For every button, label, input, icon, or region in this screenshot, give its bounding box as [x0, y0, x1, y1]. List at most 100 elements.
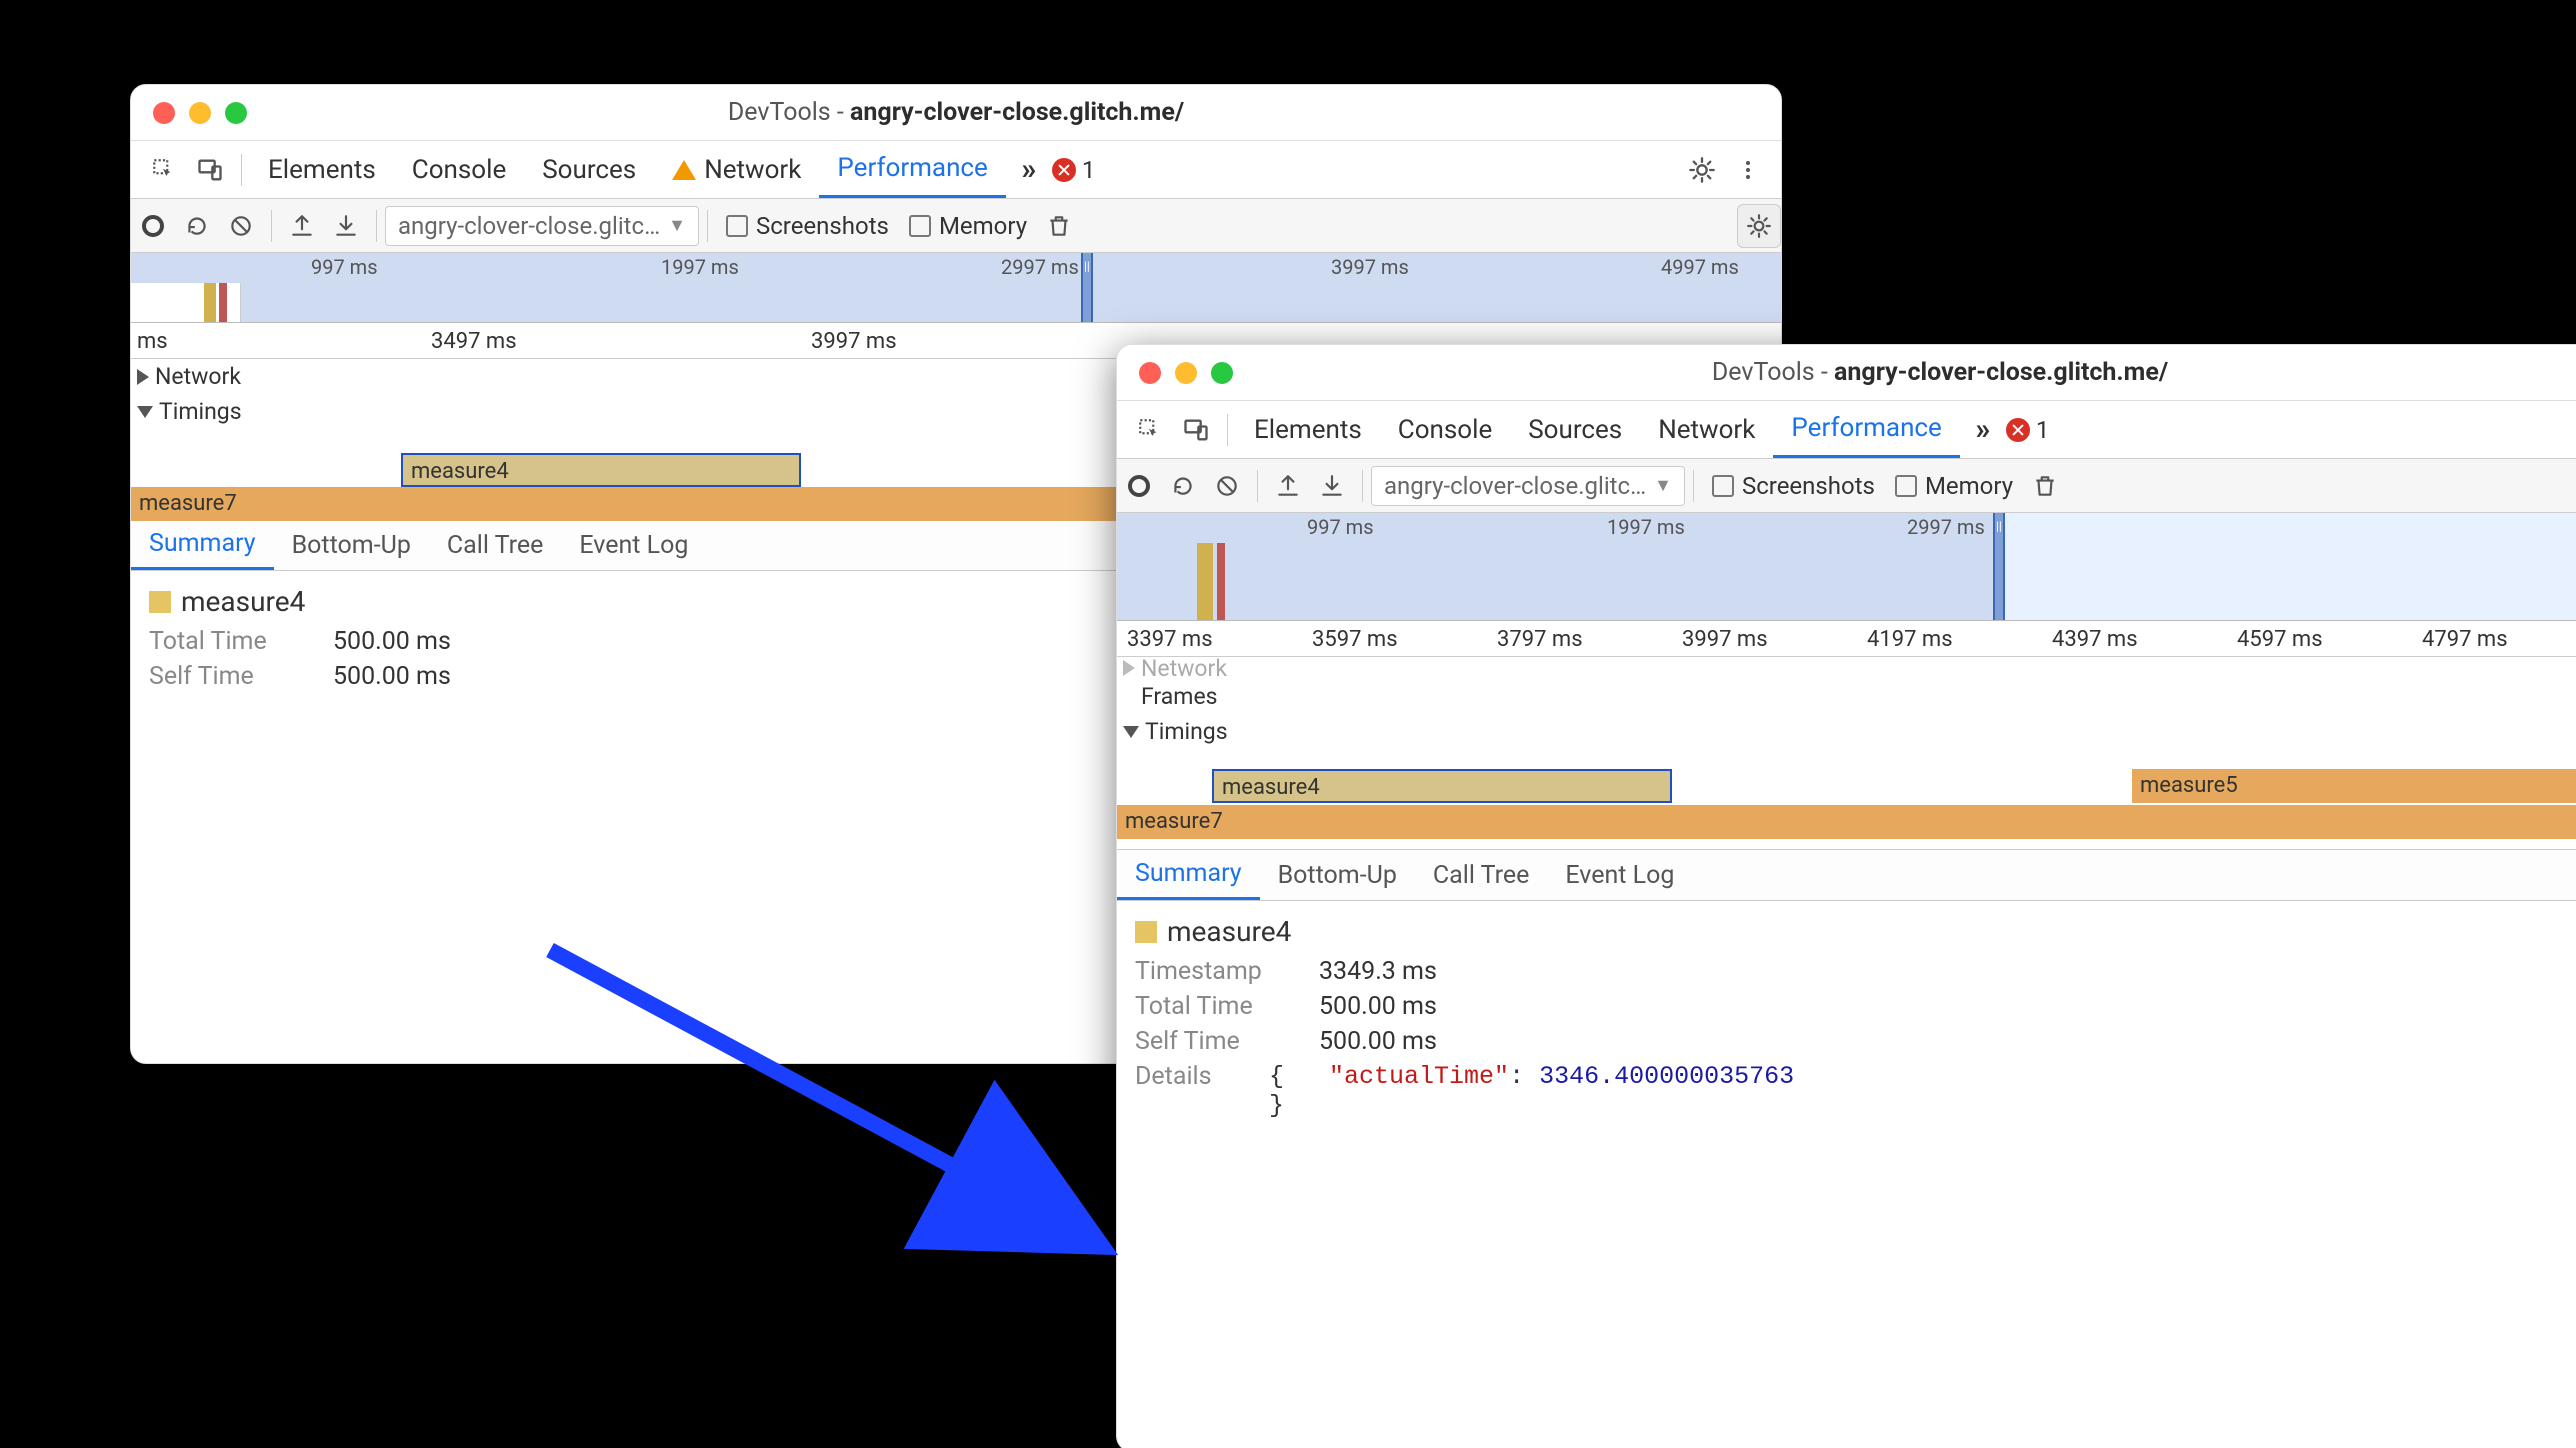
details-tab-call-tree[interactable]: Call Tree: [1415, 850, 1548, 900]
error-badge[interactable]: 1: [2006, 416, 2050, 444]
details-tab-bottom-up[interactable]: Bottom-Up: [274, 520, 429, 570]
overview-minimap[interactable]: 997 ms 1997 ms 2997 ms 3997 ms 4997 ms: [131, 253, 1781, 323]
record-icon: [1128, 475, 1150, 497]
tick-label: 3597 ms: [1312, 627, 1398, 652]
screenshots-checkbox[interactable]: Screenshots: [1702, 472, 1885, 500]
error-badge[interactable]: 1: [1052, 156, 1096, 184]
tab-label-performance: Performance: [837, 153, 987, 183]
details-tab-bottom-up[interactable]: Bottom-Up: [1260, 850, 1415, 900]
segment-measure4[interactable]: measure4: [401, 453, 801, 487]
details-tab-summary[interactable]: Summary: [131, 520, 274, 570]
record-button[interactable]: [1117, 464, 1161, 508]
profile-selector[interactable]: angry-clover-close.glitc… ▼: [385, 206, 699, 246]
overview-selection[interactable]: [1997, 513, 2576, 620]
details-tab-summary[interactable]: Summary: [1117, 850, 1260, 900]
tab-performance[interactable]: Performance: [1773, 401, 1959, 458]
tab-sources[interactable]: Sources: [524, 141, 654, 198]
track-header-network-truncated[interactable]: Network: [1117, 657, 2576, 679]
tick-label: 4797 ms: [2422, 627, 2508, 652]
track-header-frames[interactable]: Frames: [1117, 679, 2576, 714]
clear-button[interactable]: [1205, 464, 1249, 508]
separator: [271, 210, 272, 242]
minimize-window-button[interactable]: [1175, 362, 1197, 384]
profile-selector[interactable]: angry-clover-close.glitc… ▼: [1371, 466, 1685, 506]
details-tab-event-log[interactable]: Event Log: [561, 520, 706, 570]
overview-handle-left[interactable]: [1993, 513, 2005, 620]
kebab-menu-icon[interactable]: [1725, 147, 1771, 193]
record-button[interactable]: [131, 204, 175, 248]
expand-icon: [1123, 660, 1135, 676]
tab-performance[interactable]: Performance: [819, 141, 1005, 198]
flame-chart[interactable]: measure4 measure5 measure7: [1117, 749, 2576, 849]
window-title-url: angry-clover-close.glitch.me/: [850, 98, 1184, 127]
tab-label-sources: Sources: [542, 155, 636, 185]
close-window-button[interactable]: [153, 102, 175, 124]
tab-elements[interactable]: Elements: [1236, 401, 1380, 458]
screenshots-label: Screenshots: [1742, 472, 1875, 500]
screenshots-checkbox[interactable]: Screenshots: [716, 212, 899, 240]
summary-pane: measure4 Timestamp 3349.3 ms Total Time …: [1117, 901, 2576, 1143]
reload-record-button[interactable]: [1161, 464, 1205, 508]
brace-close: }: [1269, 1091, 1284, 1120]
overview-handle-left[interactable]: [1081, 253, 1093, 322]
tab-console[interactable]: Console: [394, 141, 524, 198]
more-tabs-button[interactable]: »: [1960, 407, 2006, 453]
upload-button[interactable]: [280, 204, 324, 248]
details-tab-event-log[interactable]: Event Log: [1547, 850, 1692, 900]
tick-label: 3497 ms: [431, 329, 517, 354]
label: Bottom-Up: [1278, 861, 1397, 890]
track-label-network: Network: [1141, 657, 1227, 679]
upload-button[interactable]: [1266, 464, 1310, 508]
device-toolbar-icon[interactable]: [187, 147, 233, 193]
memory-checkbox[interactable]: Memory: [1885, 472, 2023, 500]
tick-label: 3997 ms: [1331, 255, 1409, 279]
more-tabs-button[interactable]: »: [1006, 147, 1052, 193]
settings-icon[interactable]: [1679, 147, 1725, 193]
overview-minimap[interactable]: 997 ms 1997 ms 2997 ms 3997 ms 4997 ms C…: [1117, 513, 2576, 621]
chevron-down-icon: ▼: [1654, 475, 1672, 496]
color-chip-icon: [149, 591, 171, 613]
activity-bar: [219, 283, 227, 322]
separator: [241, 154, 242, 186]
track-label-network: Network: [155, 363, 241, 390]
profile-url-label: angry-clover-close.glitc…: [1384, 472, 1646, 500]
checkbox-icon: [909, 215, 931, 237]
inspect-element-icon[interactable]: [1127, 407, 1173, 453]
tab-sources[interactable]: Sources: [1510, 401, 1640, 458]
garbage-collect-button[interactable]: [2023, 464, 2067, 508]
device-toolbar-icon[interactable]: [1173, 407, 1219, 453]
details-key: "actualTime": [1329, 1062, 1509, 1091]
tick-label: 4197 ms: [1867, 627, 1953, 652]
segment-measure7[interactable]: measure7: [1117, 805, 2576, 839]
minimize-window-button[interactable]: [189, 102, 211, 124]
track-label-frames: Frames: [1141, 683, 1218, 710]
separator: [376, 210, 377, 242]
tab-network[interactable]: Network: [1640, 401, 1773, 458]
tick-label: 3997 ms: [811, 329, 897, 354]
garbage-collect-button[interactable]: [1037, 204, 1081, 248]
download-button[interactable]: [1310, 464, 1354, 508]
memory-checkbox[interactable]: Memory: [899, 212, 1037, 240]
segment-measure4[interactable]: measure4: [1212, 769, 1672, 803]
tab-elements[interactable]: Elements: [250, 141, 394, 198]
track-header-timings[interactable]: Timings: [1117, 714, 2576, 749]
colon: :: [1509, 1062, 1539, 1091]
chevrons-right-icon: »: [1975, 412, 1990, 447]
details-json: { "actualTime": 3346.400000035763 }: [1269, 1062, 1794, 1120]
tab-console[interactable]: Console: [1380, 401, 1510, 458]
download-button[interactable]: [324, 204, 368, 248]
tab-network[interactable]: Network: [654, 141, 819, 198]
capture-settings-icon[interactable]: [1737, 204, 1781, 248]
clear-button[interactable]: [219, 204, 263, 248]
maximize-window-button[interactable]: [225, 102, 247, 124]
track-label-timings: Timings: [159, 398, 242, 425]
label: Call Tree: [1433, 861, 1530, 890]
close-window-button[interactable]: [1139, 362, 1161, 384]
maximize-window-button[interactable]: [1211, 362, 1233, 384]
inspect-element-icon[interactable]: [141, 147, 187, 193]
segment-measure5[interactable]: measure5: [2132, 769, 2576, 803]
tick-label: 1997 ms: [661, 255, 739, 279]
reload-record-button[interactable]: [175, 204, 219, 248]
details-value: 3346.400000035763: [1539, 1062, 1794, 1091]
details-tab-call-tree[interactable]: Call Tree: [429, 520, 562, 570]
